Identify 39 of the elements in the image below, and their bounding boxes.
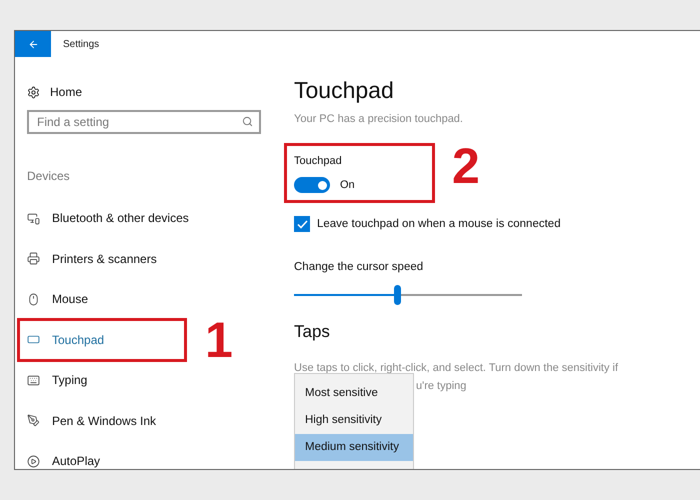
section-heading: Devices (27, 168, 71, 185)
sidebar-item[interactable]: Typing (27, 360, 88, 400)
search-field[interactable]: Find a setting (27, 110, 261, 134)
printer-icon (27, 252, 40, 266)
precision-note: Your PC has a precision touchpad. (294, 112, 464, 127)
back-icon (28, 38, 38, 50)
dropdown-option[interactable]: Medium sensitivity (295, 434, 413, 461)
touchpad-toggle[interactable] (294, 177, 330, 194)
devices-icon (27, 212, 40, 225)
slider-label: Change the cursor speed (294, 260, 424, 275)
sidebar-item[interactable]: Bluetooth & other devices (27, 198, 189, 238)
window-title: Settings (63, 38, 100, 52)
mouse-icon (27, 292, 40, 306)
home-link[interactable]: Home (27, 82, 261, 102)
check-icon (296, 220, 308, 229)
sidebar-item[interactable]: Pen & Windows Ink (27, 400, 156, 441)
dropdown-option[interactable]: High sensitivity (295, 407, 413, 434)
slider-thumb[interactable] (394, 285, 401, 305)
dropdown-option[interactable]: Most sensitive (295, 380, 413, 407)
toggle-state: On (340, 178, 355, 193)
checkbox-label: Leave touchpad on when a mouse is connected (317, 216, 561, 232)
sidebar-item[interactable]: AutoPlay (27, 441, 100, 469)
pen-icon (27, 414, 40, 428)
play-icon (27, 454, 40, 468)
annotation-number: 1 (205, 315, 233, 365)
sidebar-item[interactable]: Mouse (27, 279, 88, 320)
keyboard-icon (27, 374, 40, 387)
annotation-number: 2 (452, 141, 480, 191)
sidebar-item[interactable]: Printers & scanners (27, 238, 157, 279)
cursor-speed-slider[interactable] (294, 285, 522, 305)
taps-description-tail: u're typing (416, 379, 468, 394)
taps-heading: Taps (294, 321, 331, 343)
checkbox[interactable] (294, 216, 310, 232)
settings-icon (27, 86, 40, 98)
sidebar-item[interactable]: Touchpad (27, 320, 104, 360)
taps-description: Use taps to click, right-click, and select. Turn down the sensitivity if (294, 360, 620, 376)
page-title: Touchpad (294, 76, 395, 105)
search-icon (242, 116, 253, 127)
toggle-label: Touchpad (294, 154, 343, 168)
